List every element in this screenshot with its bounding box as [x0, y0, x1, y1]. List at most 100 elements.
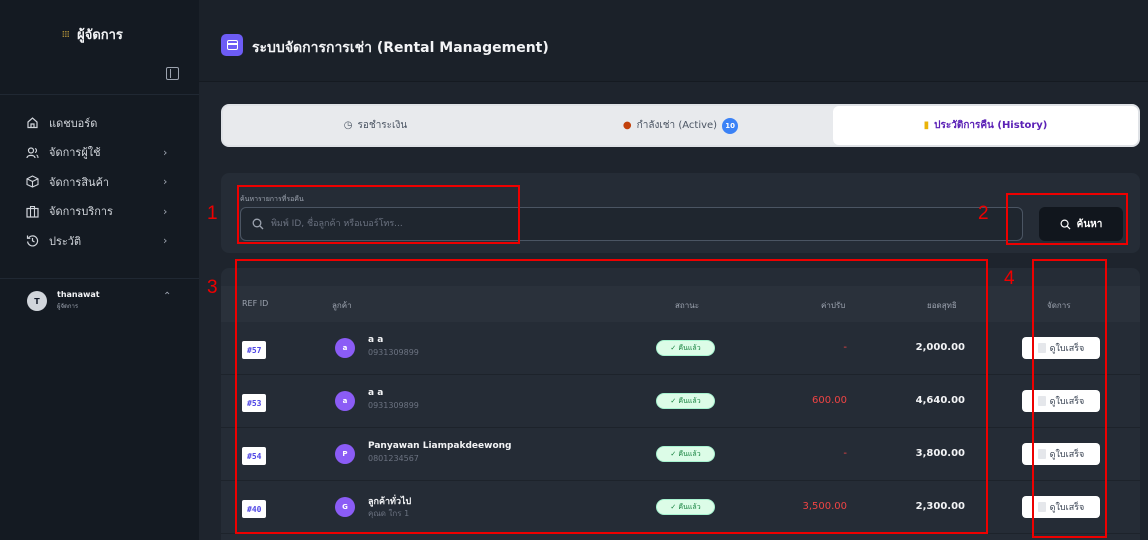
customer-avatar: G: [335, 497, 355, 517]
header-status: สถานะ: [675, 301, 699, 310]
status-badge: ✓ คืนแล้ว: [656, 393, 715, 409]
user-menu[interactable]: T thanawat ผู้จัดการ ⌃: [0, 278, 199, 320]
sidebar-item-history[interactable]: ประวัติ ›: [0, 226, 199, 256]
annotation-number-1: 1: [207, 203, 218, 224]
header-ref-id: REF ID: [242, 299, 269, 308]
services-icon: [25, 204, 39, 218]
customer-avatar: a: [335, 391, 355, 411]
search-panel: ค้นหารายการที่รอคืน ค้นหา: [221, 173, 1140, 253]
search-button[interactable]: ค้นหา: [1039, 207, 1123, 241]
chevron-right-icon: ›: [163, 204, 168, 218]
header-actions: จัดการ: [1047, 301, 1071, 310]
sidebar-item-products[interactable]: จัดการสินค้า ›: [0, 167, 199, 197]
table-row: #57 a a a 0931309899 ✓ คืนแล้ว - 2,000.0…: [221, 322, 1140, 375]
search-label: ค้นหารายการที่รอคืน: [240, 195, 304, 203]
receipt-button-label: ดูใบเสร็จ: [1049, 397, 1085, 407]
sidebar-item-label: จัดการบริการ: [49, 205, 113, 219]
sidebar-nav: แดชบอร์ด จัดการผู้ใช้ › จัดการสินค้า › จ…: [0, 108, 199, 256]
sidebar-collapse-icon[interactable]: [166, 67, 179, 80]
search-input[interactable]: [271, 208, 1011, 240]
package-icon: ●: [622, 120, 632, 131]
tab-label: ประวัติการคืน (History): [934, 120, 1048, 131]
customer-name: Panyawan Liampakdeewong: [368, 441, 512, 451]
user-name: thanawat: [57, 290, 100, 299]
tab-bar: ◷ รอชำระเงิน ● กำลังเช่า (Active) 10 ▮ ป…: [221, 104, 1140, 147]
total-amount: 4,640.00: [915, 395, 965, 406]
chevron-right-icon: ›: [163, 145, 168, 159]
header-fine: ค่าปรับ: [821, 301, 846, 310]
customer-phone: 0931309899: [368, 401, 419, 410]
receipt-button-label: ดูใบเสร็จ: [1049, 344, 1085, 354]
chevron-right-icon: ›: [163, 234, 168, 247]
tab-label: กำลังเช่า (Active): [636, 120, 718, 131]
table-row: #54 P Panyawan Liampakdeewong 0801234567…: [221, 428, 1140, 481]
annotation-number-4: 4: [1004, 268, 1015, 289]
header-customer: ลูกค้า: [332, 301, 352, 310]
user-role: ผู้จัดการ: [57, 303, 79, 310]
users-icon: [25, 145, 39, 159]
ref-id-badge[interactable]: #40: [242, 500, 267, 518]
page-title: ระบบจัดการการเช่า (Rental Management): [252, 40, 549, 56]
ref-id-badge[interactable]: #57: [242, 341, 267, 359]
count-badge: 10: [722, 117, 739, 134]
view-receipt-button[interactable]: ดูใบเสร็จ: [1022, 443, 1100, 465]
customer-phone: 0931309899: [368, 348, 419, 357]
chevron-right-icon: ›: [163, 175, 168, 188]
fine-amount: -: [843, 342, 847, 353]
fine-amount: 3,500.00: [802, 501, 847, 512]
annotation-number-2: 2: [978, 203, 989, 224]
receipt-button-label: ดูใบเสร็จ: [1049, 503, 1085, 513]
view-receipt-button[interactable]: ดูใบเสร็จ: [1022, 496, 1100, 518]
fine-amount: -: [843, 448, 847, 459]
customer-phone: 0801234567: [368, 454, 419, 463]
box-icon: [25, 175, 39, 189]
view-receipt-button[interactable]: ดูใบเสร็จ: [1022, 390, 1100, 412]
receipt-button-label: ดูใบเสร็จ: [1049, 450, 1085, 460]
search-icon: [1060, 219, 1071, 230]
tab-label: รอชำระเงิน: [357, 120, 408, 131]
clock-icon: ◷: [343, 120, 353, 131]
header-total: ยอดสุทธิ: [927, 301, 957, 310]
annotation-number-3: 3: [207, 277, 218, 298]
sidebar: 𝍖 ผู้จัดการ แดชบอร์ด จัดการผู้ใช้ › จัดก…: [0, 0, 199, 540]
total-amount: 2,000.00: [915, 342, 965, 353]
scroll-icon: ▮: [923, 120, 930, 131]
sidebar-item-label: ประวัติ: [49, 234, 82, 248]
customer-avatar: a: [335, 338, 355, 358]
sidebar-item-users[interactable]: จัดการผู้ใช้ ›: [0, 138, 199, 168]
brand-logo-icon: 𝍖: [62, 29, 70, 40]
history-icon: [25, 234, 39, 248]
sidebar-divider: [0, 94, 199, 95]
sidebar-item-label: จัดการสินค้า: [49, 175, 110, 189]
table-row: #53 a a a 0931309899 ✓ คืนแล้ว 600.00 4,…: [221, 375, 1140, 428]
receipt-icon: [1037, 396, 1046, 406]
fine-amount: 600.00: [812, 395, 847, 406]
search-icon: [252, 218, 264, 230]
tab-history[interactable]: ▮ ประวัติการคืน (History): [833, 106, 1138, 145]
avatar: T: [27, 291, 47, 311]
tab-pending-payment[interactable]: ◷ รอชำระเงิน: [223, 106, 528, 145]
ref-id-badge[interactable]: #53: [242, 394, 267, 412]
brand-title: ผู้จัดการ: [77, 28, 123, 43]
status-badge: ✓ คืนแล้ว: [656, 340, 715, 356]
receipt-icon: [1037, 449, 1046, 459]
sidebar-item-services[interactable]: จัดการบริการ ›: [0, 197, 199, 227]
view-receipt-button[interactable]: ดูใบเสร็จ: [1022, 337, 1100, 359]
home-icon: [25, 116, 39, 130]
status-badge: ✓ คืนแล้ว: [656, 499, 715, 515]
tab-active[interactable]: ● กำลังเช่า (Active) 10: [528, 106, 833, 145]
total-amount: 3,800.00: [915, 448, 965, 459]
total-amount: 2,300.00: [915, 501, 965, 512]
topbar: ระบบจัดการการเช่า (Rental Management): [199, 0, 1148, 82]
history-table: REF ID ลูกค้า สถานะ ค่าปรับ ยอดสุทธิ จัด…: [221, 268, 1140, 540]
sidebar-item-dashboard[interactable]: แดชบอร์ด: [0, 108, 199, 138]
sidebar-item-label: จัดการผู้ใช้: [49, 146, 101, 160]
receipt-icon: [1037, 343, 1046, 353]
customer-name: a a: [368, 388, 384, 398]
receipt-icon: [1037, 502, 1046, 512]
ref-id-badge[interactable]: #54: [242, 447, 267, 465]
customer-avatar: P: [335, 444, 355, 464]
sidebar-item-label: แดชบอร์ด: [49, 116, 98, 130]
table-header: REF ID ลูกค้า สถานะ ค่าปรับ ยอดสุทธิ จัด…: [221, 286, 1140, 322]
chevron-up-icon: ⌃: [163, 291, 172, 302]
